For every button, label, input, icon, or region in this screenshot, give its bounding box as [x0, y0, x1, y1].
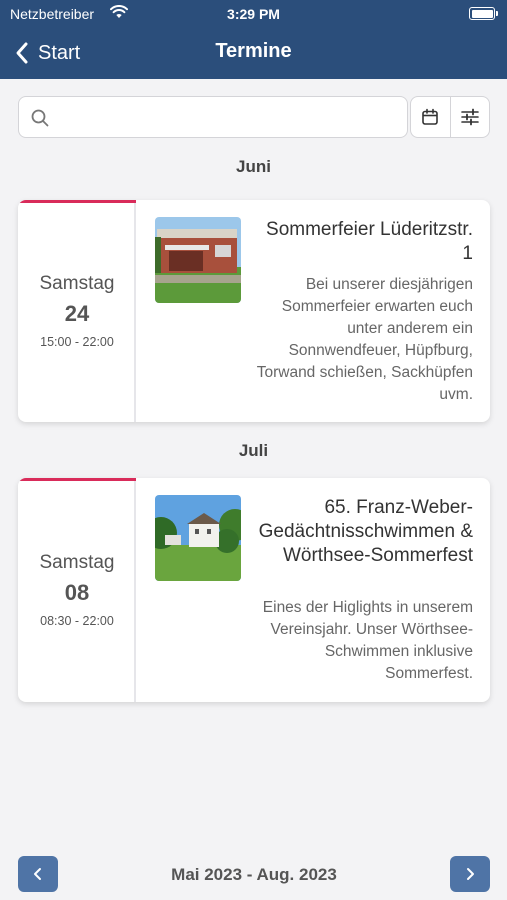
search-box[interactable]: [18, 96, 408, 138]
event-title: Sommerfeier Lüderitzstr. 1: [266, 219, 473, 264]
chevron-right-icon: [467, 868, 474, 880]
event-card[interactable]: Samstag 08 08:30 - 22:00 65. Franz-Weber…: [18, 478, 490, 702]
page-title: Termine: [215, 40, 292, 62]
event-day: 08: [64, 580, 90, 605]
calendar-button[interactable]: [411, 97, 450, 137]
search-icon: [31, 109, 49, 127]
month-header: Juli: [238, 441, 269, 460]
battery-icon: [469, 7, 498, 20]
date-range-pager: Mai 2023 - Aug. 2023: [18, 856, 490, 892]
search-input[interactable]: [59, 97, 399, 137]
event-description: Eines der Higlights in unserem Vereinsja…: [262, 599, 473, 682]
month-header: Juni: [236, 157, 271, 176]
event-time-range: 08:30 - 22:00: [40, 614, 114, 628]
event-image: [155, 217, 241, 303]
date-range-label: Mai 2023 - Aug. 2023: [171, 865, 337, 884]
calendar-icon: [422, 108, 439, 125]
event-weekday: Samstag: [39, 552, 115, 573]
event-card[interactable]: Samstag 24 15:00 - 22:00 Sommerfeier Lüd…: [18, 200, 490, 422]
event-date-column: Samstag 08 08:30 - 22:00: [18, 478, 136, 702]
filter-button[interactable]: [449, 97, 489, 137]
event-time-range: 15:00 - 22:00: [40, 335, 114, 349]
event-description: Bei unserer diesjährigen Sommerfeier erw…: [256, 276, 473, 403]
event-title: 65. Franz-Weber-Gedächtnisschwimmen & Wö…: [258, 497, 473, 566]
event-day: 24: [64, 301, 90, 326]
sliders-icon: [461, 108, 479, 126]
event-weekday: Samstag: [39, 273, 115, 294]
event-date-column: Samstag 24 15:00 - 22:00: [18, 200, 136, 422]
status-bar: Netzbetreiber 3:29 PM: [0, 0, 507, 28]
search-toolbar: [18, 96, 490, 138]
event-image: [155, 495, 241, 581]
next-range-button[interactable]: [450, 856, 490, 892]
date-accent-bar: [18, 200, 136, 203]
navigation-header: Netzbetreiber 3:29 PM Start Termine: [0, 0, 507, 79]
date-accent-bar: [18, 478, 136, 481]
toolbar-buttons: [410, 96, 490, 138]
status-time: 3:29 PM: [227, 6, 280, 22]
